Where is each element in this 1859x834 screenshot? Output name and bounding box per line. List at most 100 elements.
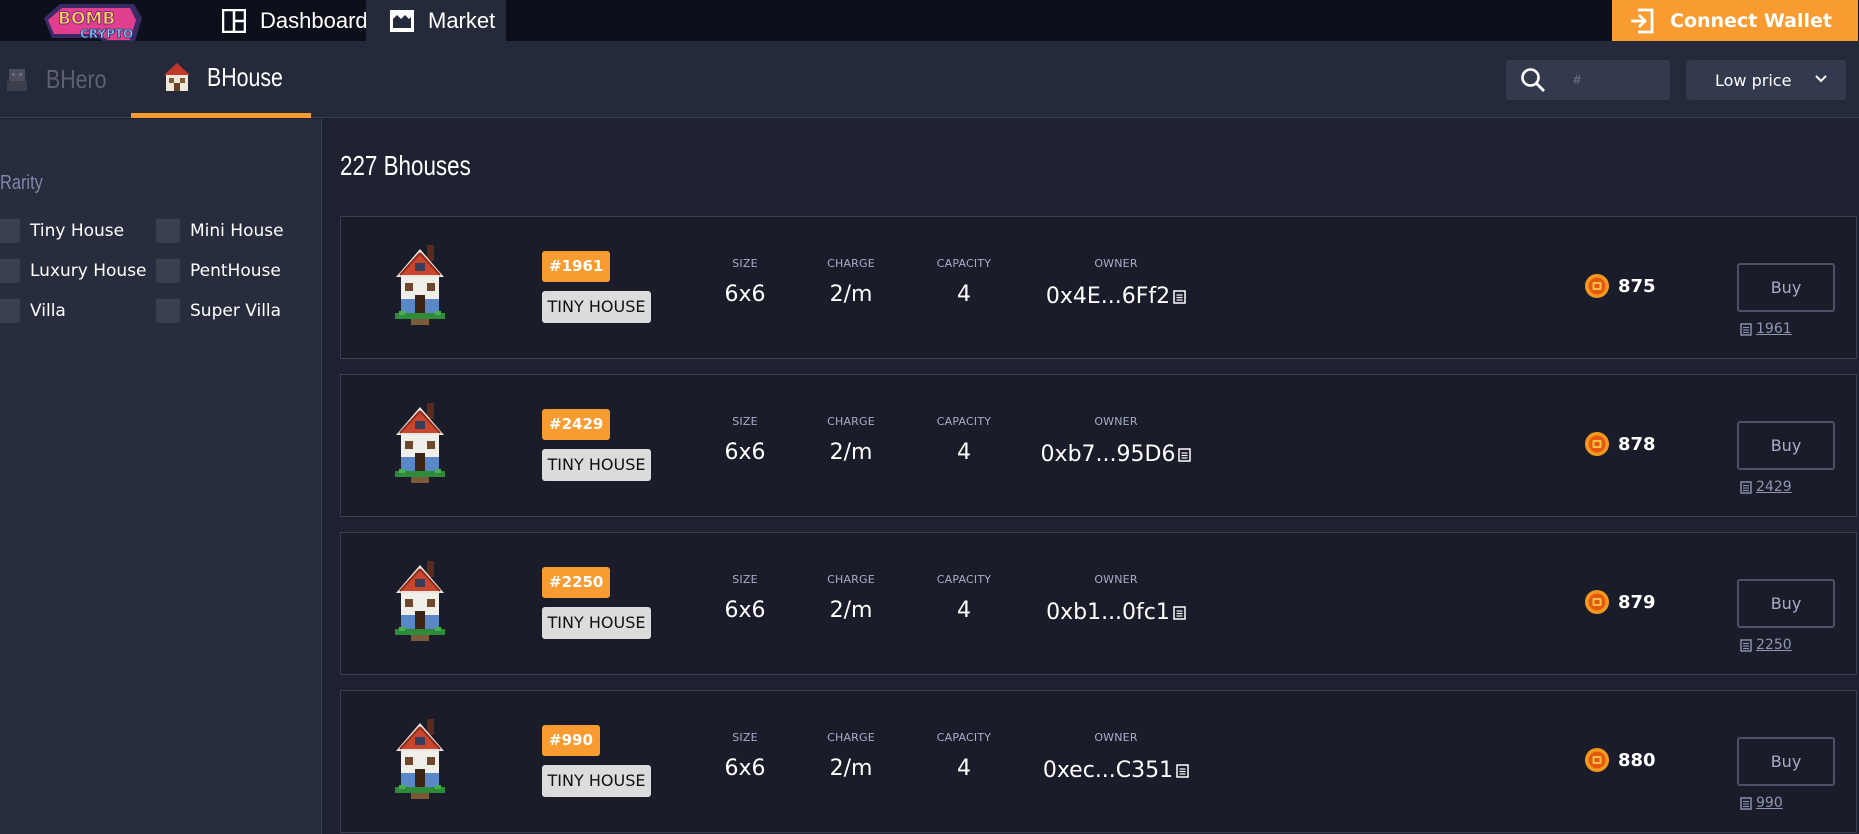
stat-value: 6x6 <box>724 598 766 623</box>
nav-tab-market[interactable]: Market <box>366 0 506 41</box>
filter-checkbox-super-villa[interactable]: Super Villa <box>156 299 281 323</box>
stat-label: CHARGE <box>827 415 875 428</box>
filter-sidebar: Rarity Tiny House Mini House Luxury Hous… <box>0 119 322 834</box>
checkbox[interactable] <box>0 219 20 243</box>
market-icon <box>390 9 414 32</box>
stat-value: 4 <box>957 598 971 623</box>
stat-value: 2/m <box>829 598 873 623</box>
token-id-text: 2250 <box>1756 637 1792 653</box>
buy-button[interactable]: Buy <box>1737 737 1835 786</box>
filter-label: Tiny House <box>30 221 125 241</box>
stat-owner: OWNER 0x4E...6Ff2 <box>1021 257 1211 309</box>
house-pixel-icon <box>395 719 445 799</box>
stat-label: OWNER <box>1094 415 1138 428</box>
owner-address-text: 0xb1...0fc1 <box>1046 600 1170 625</box>
stat-label: CAPACITY <box>936 257 992 270</box>
top-navbar: BOMB CRYPTO Dashboard Market Connect Wal… <box>0 0 1859 44</box>
filter-checkbox-luxury-house[interactable]: Luxury House <box>0 259 147 283</box>
listing-count-title: 227 Bhouses <box>340 150 471 181</box>
svg-text:CRYPTO: CRYPTO <box>80 27 133 41</box>
stat-value: 6x6 <box>724 440 766 465</box>
house-icon <box>164 63 190 91</box>
price-value: 875 <box>1618 275 1656 297</box>
subtab-bhouse[interactable]: BHouse <box>131 41 311 118</box>
login-icon <box>1631 8 1654 33</box>
price-value: 879 <box>1618 591 1656 613</box>
price: 875 <box>1584 273 1656 299</box>
filter-checkbox-penthouse[interactable]: PentHouse <box>156 259 281 283</box>
connect-wallet-button[interactable]: Connect Wallet <box>1612 0 1858 41</box>
owner-address: 0xb1...0fc1 <box>1021 600 1211 625</box>
stat-capacity: CAPACITY 4 <box>919 573 1009 623</box>
checkbox[interactable] <box>156 219 180 243</box>
token-id-text: 990 <box>1756 795 1783 811</box>
copy-icon[interactable] <box>1173 605 1186 620</box>
stat-value: 4 <box>957 756 971 781</box>
filter-checkbox-villa[interactable]: Villa <box>0 299 66 323</box>
bcoin-icon <box>1585 432 1609 456</box>
owner-address-text: 0xec...C351 <box>1042 758 1174 783</box>
buy-button[interactable]: Buy <box>1737 579 1835 628</box>
subtab-bhero[interactable]: BHero <box>2 41 120 118</box>
price: 878 <box>1584 431 1656 457</box>
token-id-link[interactable]: 2429 <box>1740 479 1792 495</box>
stat-value: 4 <box>957 282 971 307</box>
house-pixel-icon <box>395 561 445 641</box>
stat-label: SIZE <box>732 257 758 270</box>
house-type-badge: TINY HOUSE <box>542 449 651 481</box>
stat-capacity: CAPACITY 4 <box>919 731 1009 781</box>
listing-card: #990 TINY HOUSE SIZE 6x6 CHARGE 2/m CAPA… <box>340 690 1857 833</box>
filter-checkbox-tiny-house[interactable]: Tiny House <box>0 219 124 243</box>
stat-label: SIZE <box>732 731 758 744</box>
document-icon <box>1740 796 1752 810</box>
filter-checkbox-mini-house[interactable]: Mini House <box>156 219 284 243</box>
listing-card: #2429 TINY HOUSE SIZE 6x6 CHARGE 2/m CAP… <box>340 374 1857 517</box>
listing-card: #2250 TINY HOUSE SIZE 6x6 CHARGE 2/m CAP… <box>340 532 1857 675</box>
connect-wallet-label: Connect Wallet <box>1670 9 1832 32</box>
nav-tab-dashboard[interactable]: Dashboard <box>218 0 368 41</box>
document-icon <box>1740 638 1752 652</box>
stat-size: SIZE 6x6 <box>715 415 775 465</box>
stat-charge: CHARGE 2/m <box>811 415 891 465</box>
stat-size: SIZE 6x6 <box>715 573 775 623</box>
stat-owner: OWNER 0xec...C351 <box>1021 731 1211 783</box>
token-id-link[interactable]: 1961 <box>1740 321 1792 337</box>
stat-owner: OWNER 0xb7...95D6 <box>1021 415 1211 467</box>
rarity-filter-title: Rarity <box>0 172 43 194</box>
stat-value: 6x6 <box>724 756 766 781</box>
checkbox[interactable] <box>0 299 20 323</box>
subtab-bhouse-label: BHouse <box>207 61 283 92</box>
stat-label: SIZE <box>732 415 758 428</box>
search-input[interactable] <box>1572 73 1662 87</box>
house-type-badge: TINY HOUSE <box>542 765 651 797</box>
token-id-text: 1961 <box>1756 321 1792 337</box>
buy-button[interactable]: Buy <box>1737 421 1835 470</box>
price: 879 <box>1584 589 1656 615</box>
checkbox[interactable] <box>156 259 180 283</box>
search-icon[interactable] <box>1520 67 1546 93</box>
stat-label: OWNER <box>1094 731 1138 744</box>
hero-icon <box>7 68 27 91</box>
sort-dropdown[interactable]: Low price <box>1686 60 1846 100</box>
stat-label: CAPACITY <box>936 415 992 428</box>
house-type-badge: TINY HOUSE <box>542 607 651 639</box>
token-id-link[interactable]: 2250 <box>1740 637 1792 653</box>
bcoin-icon <box>1585 274 1609 298</box>
copy-icon[interactable] <box>1173 289 1186 304</box>
owner-address-text: 0xb7...95D6 <box>1040 442 1176 467</box>
sort-dropdown-value: Low price <box>1715 70 1792 90</box>
owner-address-text: 0x4E...6Ff2 <box>1045 284 1171 309</box>
listing-card: #1961 TINY HOUSE SIZE 6x6 CHARGE 2/m CAP… <box>340 216 1857 359</box>
token-id-link[interactable]: 990 <box>1740 795 1783 811</box>
copy-icon[interactable] <box>1178 447 1192 462</box>
checkbox[interactable] <box>0 259 20 283</box>
checkbox[interactable] <box>156 299 180 323</box>
buy-button[interactable]: Buy <box>1737 263 1835 312</box>
stat-owner: OWNER 0xb1...0fc1 <box>1021 573 1211 625</box>
stat-value: 2/m <box>829 756 873 781</box>
copy-icon[interactable] <box>1176 763 1189 778</box>
stat-charge: CHARGE 2/m <box>811 731 891 781</box>
house-id-badge: #2429 <box>542 409 611 440</box>
stat-label: OWNER <box>1094 573 1138 586</box>
stat-value: 2/m <box>829 282 873 307</box>
